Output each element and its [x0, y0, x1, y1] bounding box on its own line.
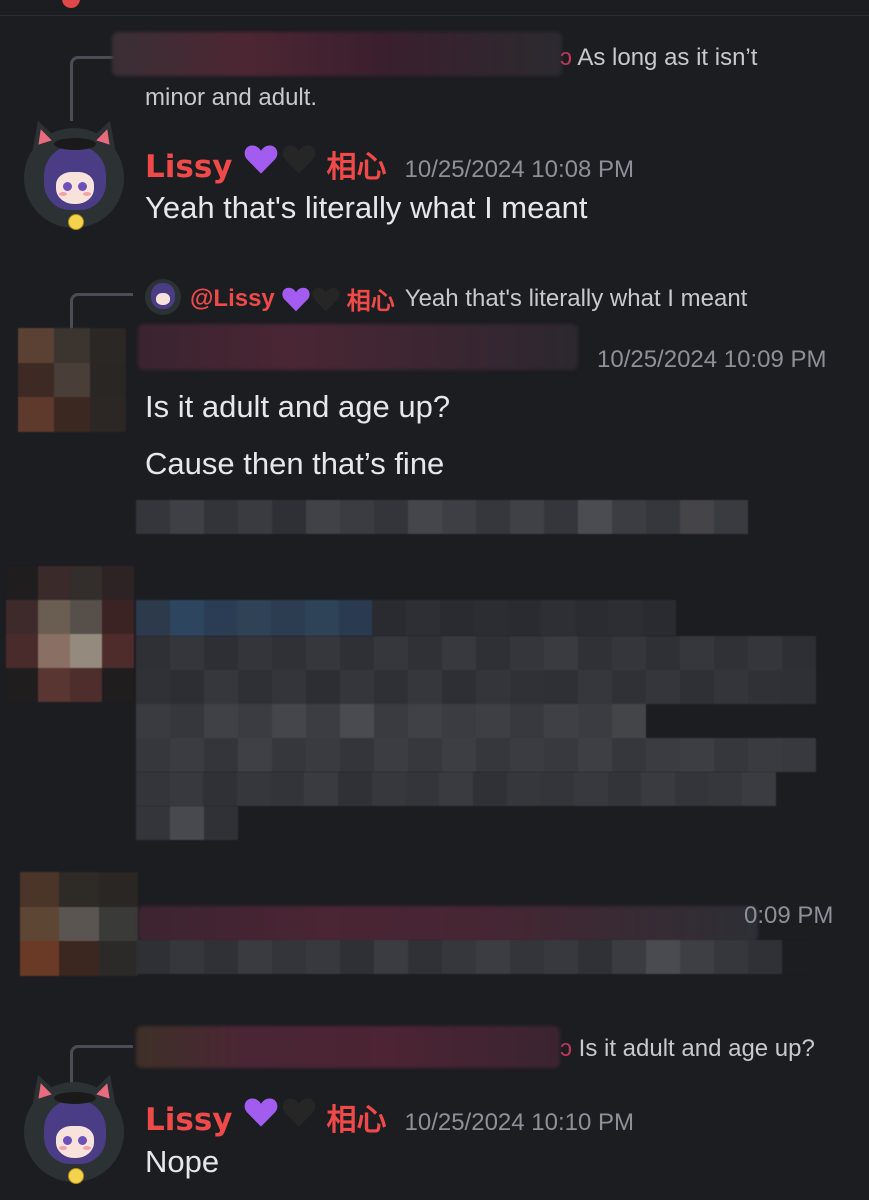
black-heart-icon	[281, 1094, 317, 1130]
avatar-bow	[54, 138, 96, 150]
redacted-avatar	[6, 566, 134, 702]
redacted-reply-author	[136, 1026, 560, 1068]
avatar-blush	[83, 1146, 91, 1150]
purple-heart-icon	[243, 141, 279, 177]
redacted-message-text	[136, 806, 238, 840]
avatar-blush	[59, 1146, 67, 1150]
redacted-message-text	[136, 940, 816, 974]
bell-icon	[68, 1168, 84, 1184]
redacted-text	[136, 500, 748, 534]
user-tag: 相心	[326, 1103, 387, 1138]
message-header: Lissy 相心 10/25/2024 10:08 PM	[145, 141, 634, 186]
avatar[interactable]	[24, 116, 124, 230]
reply-preview-text: Is it adult and age up?	[578, 1035, 815, 1062]
purple-heart-icon	[281, 284, 311, 314]
reply-mention: @Lissy	[190, 284, 275, 312]
redacted-message-text	[136, 636, 816, 772]
redacted-username	[136, 600, 676, 636]
username[interactable]: Lissy	[145, 149, 233, 185]
unread-indicator	[62, 0, 80, 8]
avatar-eye	[63, 182, 72, 191]
redacted-username	[138, 324, 578, 370]
redacted-reply-author	[112, 32, 562, 76]
redacted-message-text	[136, 772, 776, 806]
reply-preview[interactable]: ɔ As long as it isn’t	[560, 44, 757, 72]
avatar-face	[56, 172, 94, 204]
message-text: Yeah that's literally what I meant	[145, 190, 588, 225]
reply-preview[interactable]: ɔ Is it adult and age up?	[560, 1035, 815, 1063]
message-text: Cause then that’s fine	[145, 446, 445, 481]
timestamp[interactable]: 10/25/2024 10:10 PM	[405, 1109, 635, 1137]
reply-preview-continued: minor and adult.	[145, 84, 318, 111]
username[interactable]: Lissy	[145, 1102, 233, 1138]
avatar-eye	[78, 182, 87, 191]
redacted-avatar	[20, 872, 138, 976]
redacted-avatar	[18, 328, 126, 432]
avatar-blush	[59, 192, 67, 196]
avatar[interactable]	[24, 1070, 124, 1184]
message-header: Lissy 相心 10/25/2024 10:10 PM	[145, 1094, 634, 1139]
avatar-bow	[54, 1092, 96, 1104]
reply-preview-text: Yeah that's literally what I meant	[404, 284, 748, 312]
avatar-eye	[63, 1136, 72, 1145]
reply-preview-text: As long as it isn’t	[577, 44, 758, 71]
black-heart-icon	[281, 141, 317, 177]
reply-tag: 相心	[346, 287, 395, 315]
avatar-eye	[78, 1136, 87, 1145]
message-text: Nope	[145, 1144, 220, 1179]
black-heart-icon	[311, 284, 341, 314]
reply-preview[interactable]: @Lissy 相心 Yeah that's literally what I m…	[190, 281, 747, 316]
timestamp[interactable]: 10/25/2024 10:09 PM	[597, 346, 827, 374]
reply-avatar	[145, 279, 181, 315]
avatar-face	[56, 1126, 94, 1158]
bell-icon	[68, 214, 84, 230]
message-text: Is it adult and age up?	[145, 389, 451, 424]
timestamp[interactable]: 10/25/2024 10:08 PM	[405, 156, 635, 184]
timestamp[interactable]: 0:09 PM	[744, 902, 833, 930]
user-tag: 相心	[326, 150, 387, 185]
avatar-blush	[83, 192, 91, 196]
top-divider	[0, 15, 869, 16]
redacted-username	[138, 906, 758, 942]
purple-heart-icon	[243, 1094, 279, 1130]
